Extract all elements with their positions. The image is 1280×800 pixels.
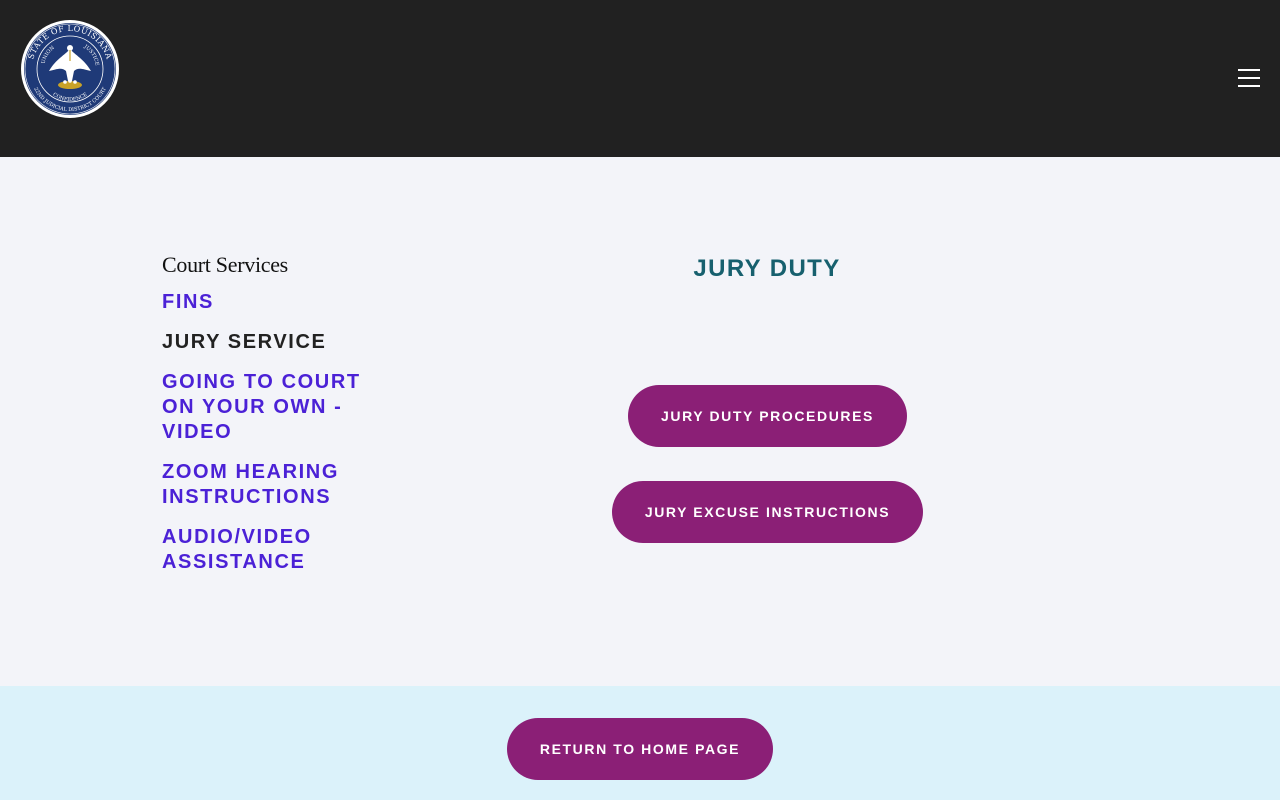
page-title: JURY DUTY [693, 255, 841, 282]
louisiana-seal-logo[interactable]: STATE OF LOUISIANA 22ND JUDICIAL DISTRIC… [20, 19, 120, 119]
sidebar-nav: FINS JURY SERVICE GOING TO COURT ON YOUR… [162, 290, 372, 590]
site-header: STATE OF LOUISIANA 22ND JUDICIAL DISTRIC… [0, 0, 1280, 157]
sidebar-item-audio-video-assistance[interactable]: AUDIO/VIDEO ASSISTANCE [162, 525, 372, 575]
sidebar-title: Court Services [162, 252, 288, 277]
sidebar-item-zoom-hearing-instructions[interactable]: ZOOM HEARING INSTRUCTIONS [162, 460, 372, 510]
sidebar-item-jury-service[interactable]: JURY SERVICE [162, 330, 372, 355]
return-to-home-page-button[interactable]: RETURN TO HOME PAGE [507, 718, 773, 780]
sidebar-item-fins[interactable]: FINS [162, 290, 372, 315]
sidebar-item-going-to-court-video[interactable]: GOING TO COURT ON YOUR OWN - VIDEO [162, 370, 372, 445]
footer: RETURN TO HOME PAGE [0, 686, 1280, 800]
jury-excuse-instructions-button[interactable]: JURY EXCUSE INSTRUCTIONS [612, 481, 923, 543]
hamburger-menu-icon[interactable] [1232, 64, 1266, 92]
jury-duty-procedures-button[interactable]: JURY DUTY PROCEDURES [628, 385, 907, 447]
main-content: Court Services FINS JURY SERVICE GOING T… [0, 157, 1280, 686]
